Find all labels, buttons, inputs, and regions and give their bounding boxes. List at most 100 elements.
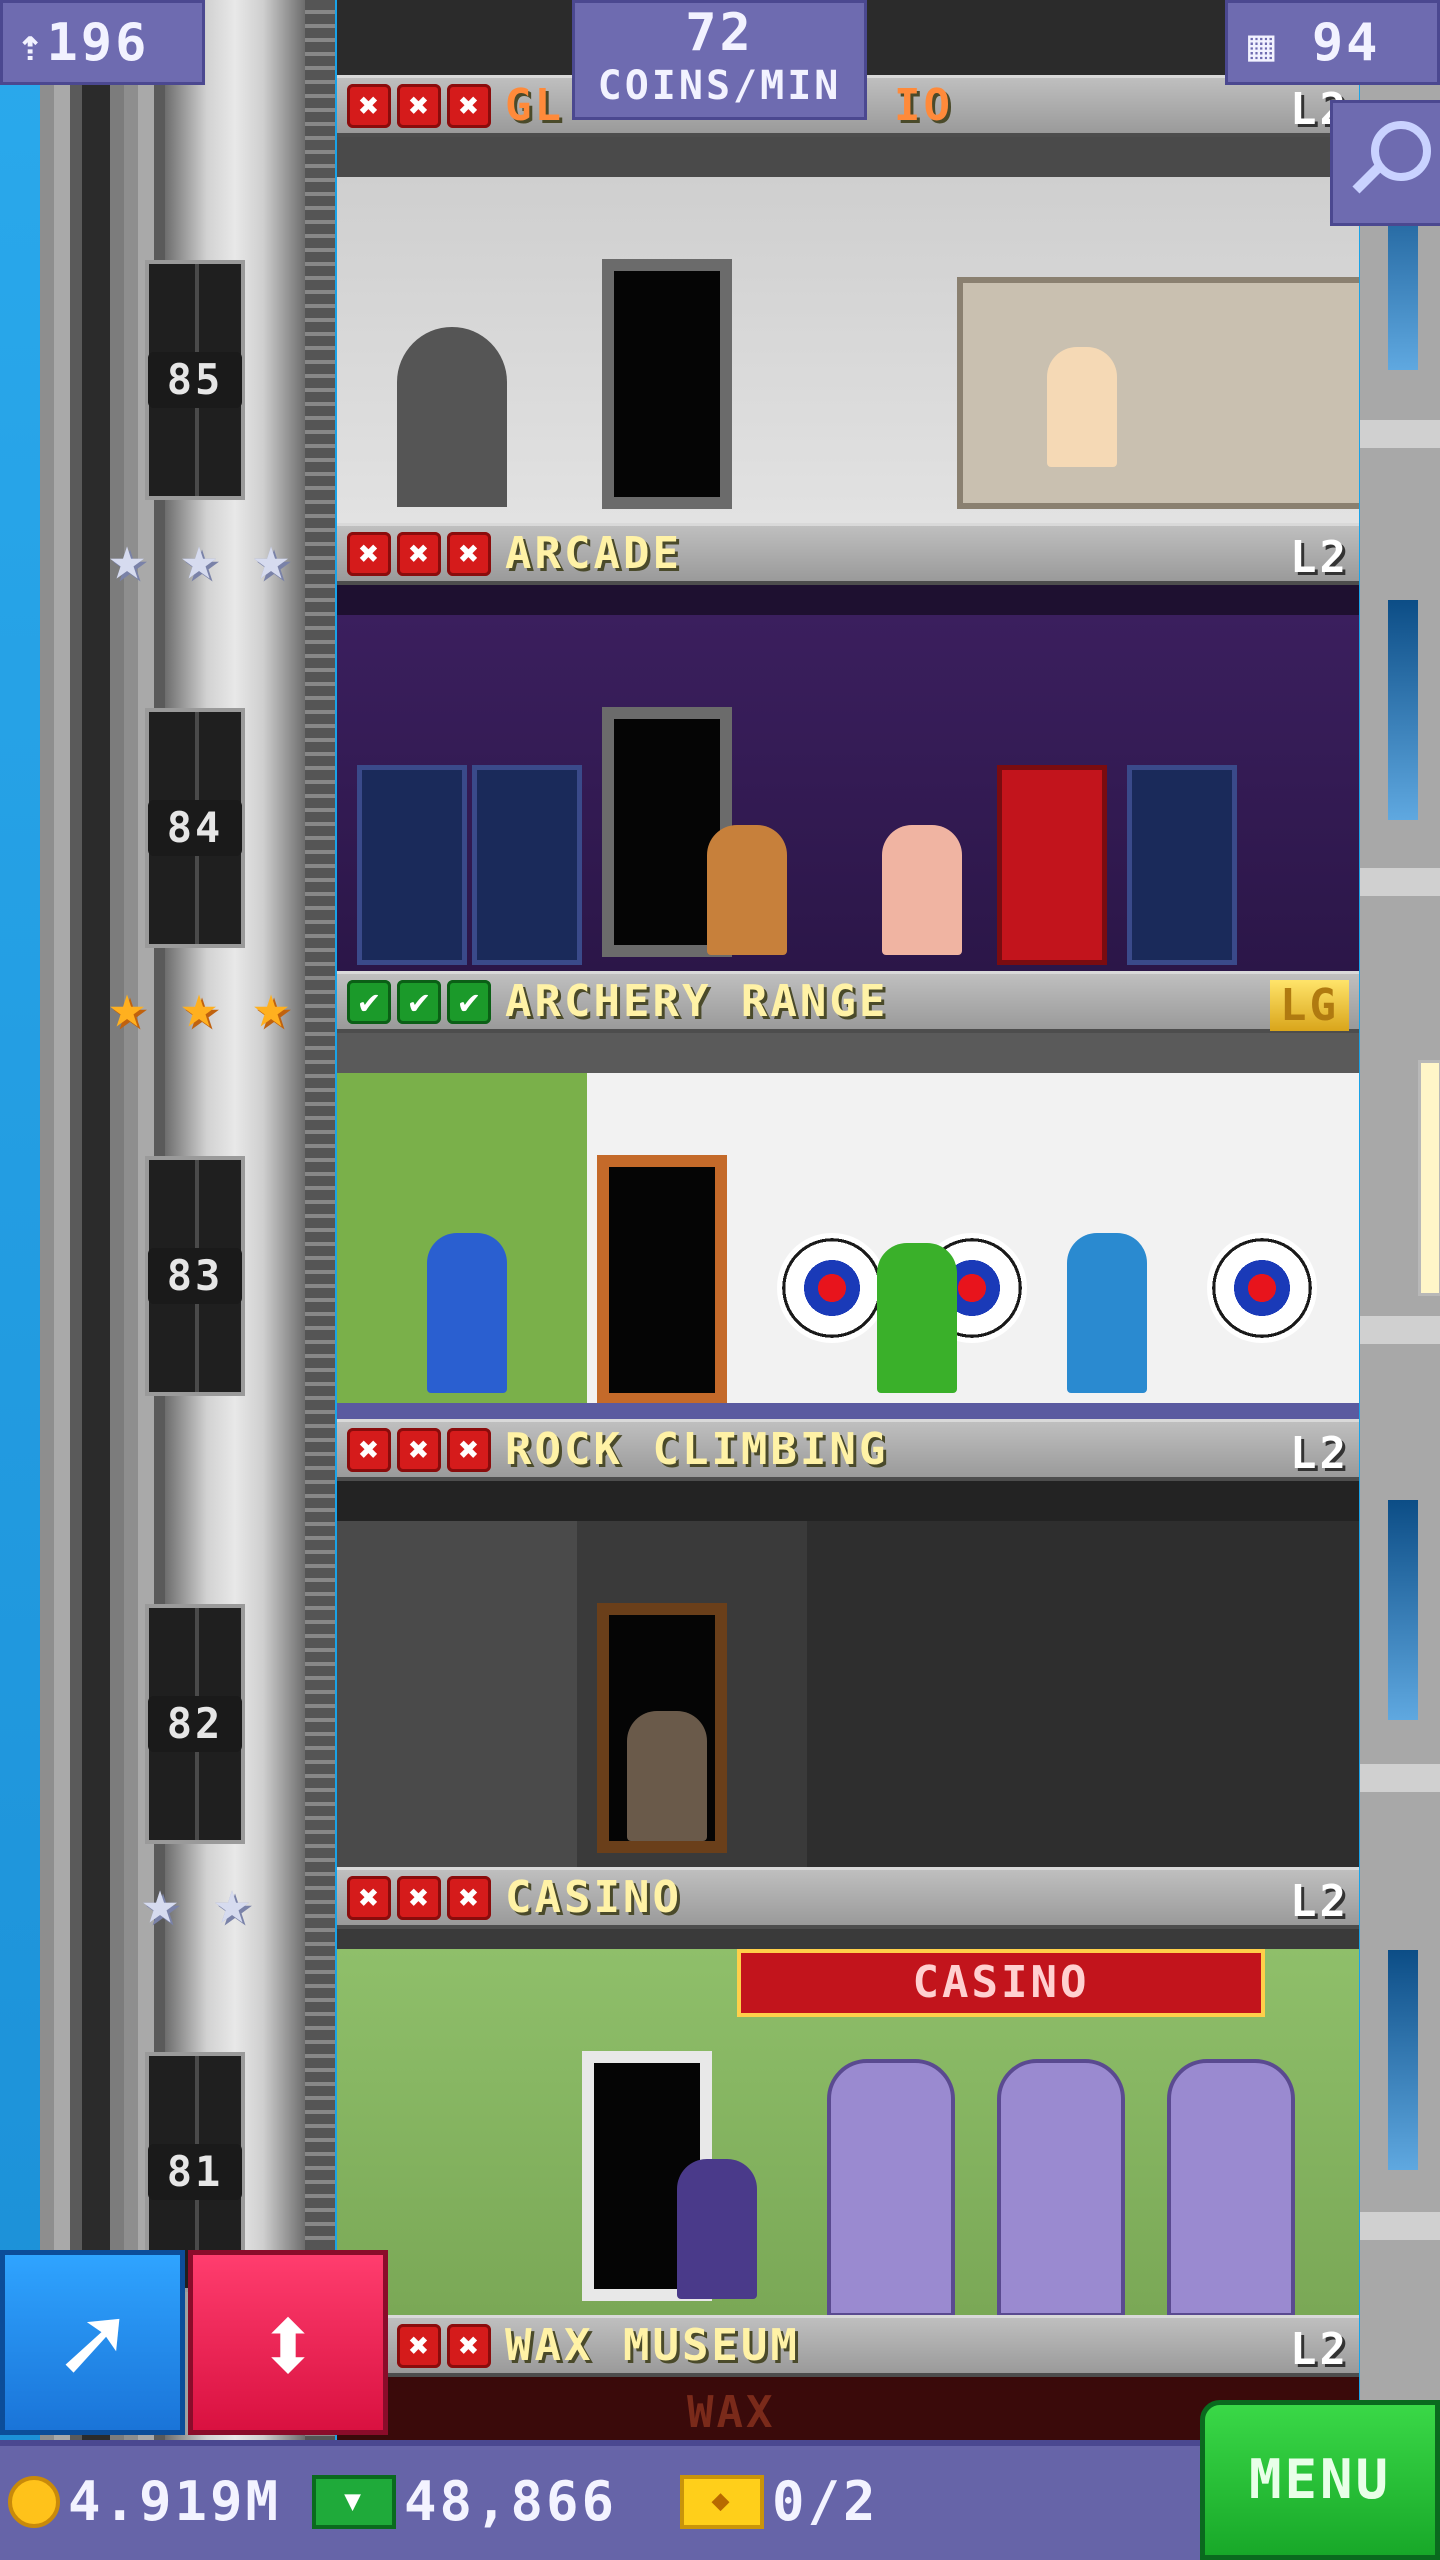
building-icon: ▦ (1248, 20, 1278, 71)
resident (627, 1711, 707, 1841)
floors-counter[interactable]: ▦ 94 (1225, 0, 1440, 85)
star-icon: ★ (141, 1865, 179, 1938)
cross-icon: ✖ (397, 2323, 441, 2368)
zoom-button[interactable] (1330, 100, 1440, 226)
floor-name: ARCHERY RANGE (505, 976, 889, 1027)
resident (1047, 347, 1117, 467)
window (1388, 1950, 1418, 2170)
resident (882, 825, 962, 955)
cross-icon: ✖ (397, 1875, 441, 1920)
floor-label: ✔ ✔ ✔ ARCHERY RANGE LG (337, 971, 1359, 1033)
room-rock-climbing (337, 1481, 1359, 1867)
person-up-icon: ⇡ (17, 20, 47, 71)
coin-rate: 72 COINS/MIN (572, 0, 867, 120)
check-icon: ✔ (447, 979, 491, 1024)
floor-name: CASINO (505, 1872, 682, 1923)
floor-door (597, 1155, 727, 1405)
cross-icon: ✖ (447, 1875, 491, 1920)
arcade-cabinet (472, 765, 582, 965)
star-icon: ★ (108, 521, 146, 594)
floor-number-82: 82 (148, 1696, 242, 1752)
floor-number-84: 84 (148, 800, 242, 856)
climbing-wall (807, 1521, 1359, 1867)
stars-84: ★ ★ ★ (95, 974, 303, 1038)
tickets-counter[interactable]: ◆ 0/2 (680, 2470, 879, 2533)
room-archery-range (337, 1033, 1359, 1419)
kiln (397, 327, 507, 507)
floor-level: L2 (1290, 1876, 1349, 1927)
floor-name: ROCK CLIMBING (505, 1424, 889, 1475)
slot-machine (1167, 2059, 1295, 2315)
floor-number-83: 83 (148, 1248, 242, 1304)
stars-82: ★ ★ (128, 1870, 264, 1934)
floor-name: GL (505, 80, 564, 131)
floor-level: L2 (1290, 1428, 1349, 1479)
coins-counter[interactable]: 4.919M (8, 2470, 281, 2533)
slot-machine (827, 2059, 955, 2315)
cross-icon: ✖ (397, 531, 441, 576)
floor-number-81: 81 (148, 2144, 242, 2200)
shelf (957, 277, 1359, 509)
tower[interactable]: ✖ ✖ ✖ GL IO L2 ✖ ✖ ✖ ARCADE L2 ✔ ✔ ✔ ARC… (337, 0, 1359, 2440)
resident (427, 1233, 507, 1393)
floor-number-85: 85 (148, 352, 242, 408)
casino-sign: CASINO (737, 1949, 1265, 2017)
archery-target (1207, 1233, 1317, 1343)
window (1388, 1500, 1418, 1720)
rate-unit: COINS/MIN (597, 63, 842, 109)
floor-name: ARCADE (505, 528, 682, 579)
coin-icon (8, 2475, 60, 2528)
floor-label: ✖ ✖ ✖ ROCK CLIMBING L2 (337, 1419, 1359, 1481)
resident (1067, 1233, 1147, 1393)
floor-label: ✖ ✖ ✖ CASINO L2 (337, 1867, 1359, 1929)
cross-icon: ✖ (347, 1875, 391, 1920)
floor-door (602, 259, 732, 509)
sky (0, 0, 40, 2560)
cross-icon: ✖ (447, 1427, 491, 1472)
menu-button[interactable]: MENU (1200, 2400, 1440, 2560)
build-button[interactable]: ➚ (0, 2250, 185, 2435)
up-down-arrows-icon: ⬍ (254, 2281, 322, 2409)
room-arcade (337, 585, 1359, 971)
population-value: 196 (46, 13, 150, 73)
floor-label: ✖ ✖ WAX MUSEUM L2 (337, 2315, 1359, 2377)
wall-panel (337, 1521, 577, 1867)
elevator-button[interactable]: ⬍ (188, 2250, 388, 2435)
ticket-icon: ◆ (680, 2474, 764, 2529)
shaft-rail (305, 0, 335, 2440)
star-icon: ★ (252, 969, 290, 1042)
floor-level: L2 (1290, 532, 1349, 583)
bux-counter[interactable]: ▼ 48,866 (312, 2470, 617, 2533)
bux-value: 48,866 (404, 2470, 618, 2533)
resident (707, 825, 787, 955)
arcade-cabinet (997, 765, 1107, 965)
cross-icon: ✖ (347, 1427, 391, 1472)
cross-icon: ✖ (347, 83, 391, 128)
floor-strip (337, 1403, 1359, 1419)
cross-icon: ✖ (447, 531, 491, 576)
population-counter[interactable]: ⇡196 (0, 0, 205, 85)
star-icon: ★ (252, 521, 290, 594)
stars-85: ★ ★ ★ (95, 526, 303, 590)
cross-icon: ✖ (397, 1427, 441, 1472)
resident (877, 1243, 957, 1393)
star-icon: ★ (180, 521, 218, 594)
bux-icon: ▼ (312, 2474, 396, 2529)
coins-value: 4.919M (68, 2470, 282, 2533)
scroll-indicator[interactable] (1418, 1060, 1440, 1296)
floor-level: LG (1270, 980, 1349, 1031)
star-icon: ★ (180, 969, 218, 1042)
cross-icon: ✖ (447, 2323, 491, 2368)
cross-icon: ✖ (397, 83, 441, 128)
floor-name: WAX MUSEUM (505, 2320, 800, 2371)
floors-value: 94 (1311, 13, 1381, 73)
tickets-value: 0/2 (772, 2470, 879, 2533)
slot-machine (997, 2059, 1125, 2315)
arcade-cabinet (357, 765, 467, 965)
check-icon: ✔ (397, 979, 441, 1024)
arrow-up-right-icon: ➚ (59, 2281, 126, 2409)
floor-level: L2 (1290, 2324, 1349, 2375)
wax-sign: WAX (687, 2387, 776, 2438)
resident (677, 2159, 757, 2299)
check-icon: ✔ (347, 979, 391, 1024)
